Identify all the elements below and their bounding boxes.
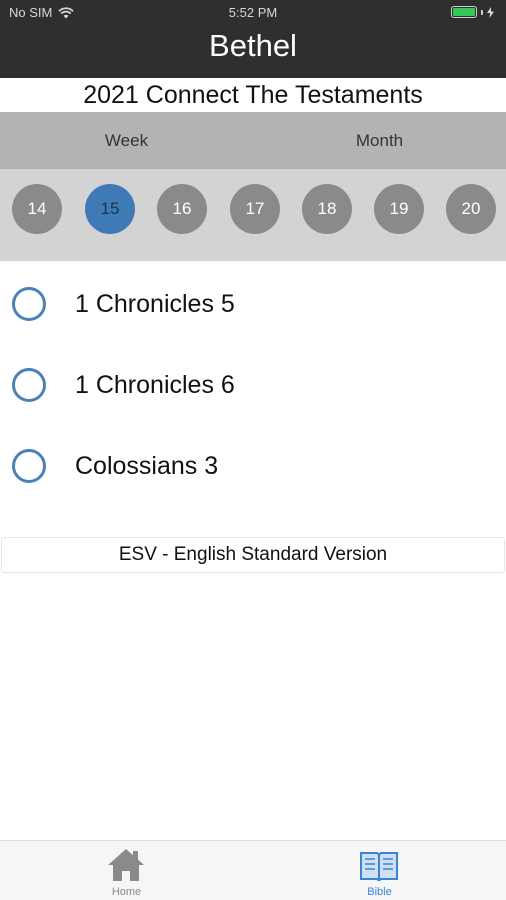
bible-version-button[interactable]: ESV - English Standard Version xyxy=(1,537,505,573)
reading-label[interactable]: Colossians 3 xyxy=(75,449,218,483)
tab-bible[interactable]: Bible xyxy=(253,841,506,900)
day-button[interactable]: 19 xyxy=(374,184,424,234)
day-button[interactable]: 14 xyxy=(12,184,62,234)
open-book-icon xyxy=(360,852,398,881)
tab-home[interactable]: Home xyxy=(0,841,253,900)
tab-home-label: Home xyxy=(111,886,142,898)
reading-label[interactable]: 1 Chronicles 5 xyxy=(75,287,235,321)
status-bar: No SIM 5:52 PM xyxy=(0,0,506,26)
day-button-selected[interactable]: 15 xyxy=(85,184,135,234)
tab-bar: Home Bible xyxy=(0,840,506,900)
reading-label[interactable]: 1 Chronicles 6 xyxy=(75,368,235,402)
day-selector: 14 15 16 17 18 19 20 xyxy=(0,169,506,261)
week-segment[interactable]: Week xyxy=(0,112,253,169)
navigation-bar: No SIM 5:52 PM Bethel xyxy=(0,0,506,78)
reading-checkbox[interactable] xyxy=(12,287,46,321)
app-title: Bethel xyxy=(209,28,297,63)
day-button[interactable]: 16 xyxy=(157,184,207,234)
reading-item[interactable]: 1 Chronicles 6 xyxy=(0,344,506,425)
month-segment[interactable]: Month xyxy=(253,112,506,169)
battery-indicator xyxy=(451,6,494,18)
status-time: 5:52 PM xyxy=(228,5,278,20)
day-button[interactable]: 17 xyxy=(230,184,280,234)
tab-bible-label: Bible xyxy=(367,886,392,898)
battery-icon xyxy=(451,6,477,18)
reading-item[interactable]: Colossians 3 xyxy=(0,425,506,506)
reading-checkbox[interactable] xyxy=(12,449,46,483)
home-icon xyxy=(108,849,144,881)
reading-item[interactable]: 1 Chronicles 5 xyxy=(0,263,506,344)
reading-checkbox[interactable] xyxy=(12,368,46,402)
day-button[interactable]: 18 xyxy=(302,184,352,234)
charging-icon xyxy=(487,6,494,18)
period-segmented-control: Week Month xyxy=(0,112,506,169)
day-button[interactable]: 20 xyxy=(446,184,496,234)
plan-title: 2021 Connect The Testaments xyxy=(83,81,423,109)
